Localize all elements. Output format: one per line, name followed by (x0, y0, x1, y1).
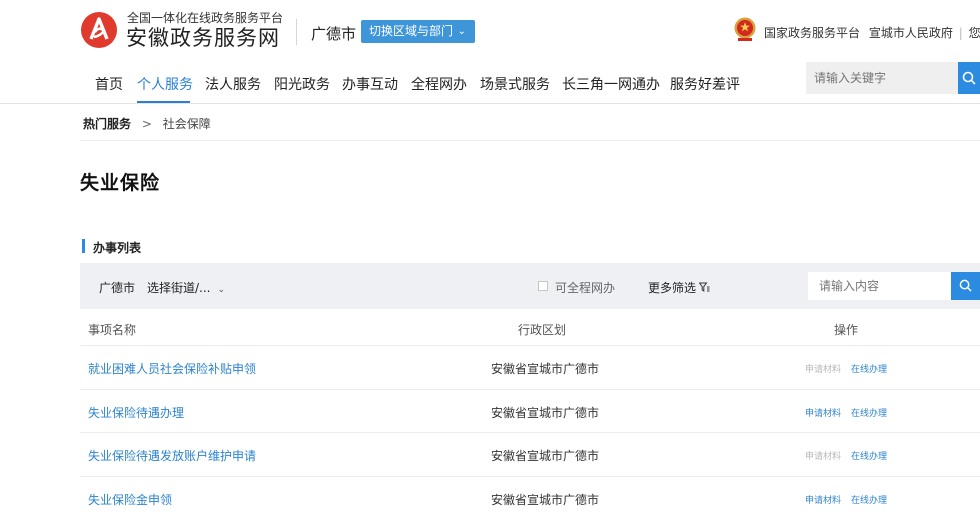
full-online-checkbox[interactable] (538, 281, 548, 291)
table-row: 失业保险金申领 安徽省宣城市广德市 申请材料 在线办理 (80, 476, 980, 519)
materials-link[interactable]: 申请材料 (805, 493, 841, 506)
item-search-button[interactable] (951, 272, 980, 300)
online-apply-link[interactable]: 在线办理 (851, 362, 887, 375)
full-online-checkbox-label[interactable]: 可全程网办 (555, 279, 615, 296)
site-name[interactable]: 安徽政务服务网 (126, 22, 280, 52)
more-filters-button[interactable]: 更多筛选 (648, 279, 710, 296)
switch-region-button[interactable]: 切换区域与部门 ⌄ (361, 20, 475, 43)
more-filters-label: 更多筛选 (648, 281, 697, 295)
column-header-actions: 操作 (834, 323, 859, 337)
materials-link[interactable]: 申请材料 (805, 362, 841, 375)
site-logo-icon[interactable] (80, 11, 118, 49)
street-select-value: 选择街道/... (147, 281, 211, 295)
service-item-link[interactable]: 失业保险金申领 (88, 491, 172, 508)
search-icon (962, 71, 976, 85)
current-city: 广德市 (311, 25, 357, 43)
site-header: 全国一体化在线政务服务平台 安徽政务服务网 广德市 切换区域与部门 ⌄ 国家政务… (0, 0, 980, 60)
xuancheng-gov-link[interactable]: 宣城市人民政府 (869, 26, 953, 40)
site-search-button[interactable] (958, 62, 980, 94)
online-apply-link[interactable]: 在线办理 (851, 406, 887, 419)
street-select[interactable]: 选择街道/... ⌄ (147, 279, 225, 296)
nav-personal-services[interactable]: 个人服务 (137, 74, 193, 94)
region-cell: 安徽省宣城市广德市 (491, 406, 600, 420)
nav-full-online[interactable]: 全程网办 (411, 74, 467, 94)
section-title: 办事列表 (93, 241, 142, 255)
region-cell: 安徽省宣城市广德市 (491, 493, 600, 507)
materials-link[interactable]: 申请材料 (805, 406, 841, 419)
section-accent-bar (82, 239, 85, 253)
breadcrumb-separator: > (141, 117, 152, 131)
nav-service-rating[interactable]: 服务好差评 (670, 74, 740, 94)
nav-corporate-services[interactable]: 法人服务 (205, 74, 261, 94)
page-title: 失业保险 (80, 172, 161, 194)
national-platform-link[interactable]: 国家政务服务平台 (764, 26, 860, 40)
column-header-name: 事项名称 (88, 323, 137, 337)
breadcrumb-hot-services[interactable]: 热门服务 (83, 117, 131, 131)
site-search-input[interactable] (806, 62, 958, 94)
nav-interaction[interactable]: 办事互动 (342, 74, 398, 94)
nav-home[interactable]: 首页 (95, 74, 123, 94)
service-item-link[interactable]: 就业困难人员社会保险补贴申领 (88, 360, 256, 377)
item-search-input[interactable] (808, 272, 951, 300)
filter-bar: 广德市 选择街道/... ⌄ 可全程网办 更多筛选 (80, 263, 980, 309)
user-greeting[interactable]: 您好， (969, 26, 980, 40)
header-divider (296, 19, 297, 45)
service-item-link[interactable]: 失业保险待遇发放账户维护申请 (88, 447, 256, 464)
table-row: 就业困难人员社会保险补贴申领 安徽省宣城市广德市 申请材料 在线办理 (80, 345, 980, 388)
nav-active-underline (137, 101, 190, 103)
top-links: 国家政务服务平台 宣城市人民政府 | 您好， (764, 24, 980, 41)
breadcrumb-divider (80, 140, 980, 141)
switch-region-label: 切换区域与部门 (369, 24, 454, 38)
online-apply-link[interactable]: 在线办理 (851, 493, 887, 506)
search-icon (959, 279, 972, 292)
table-row: 失业保险待遇办理 安徽省宣城市广德市 申请材料 在线办理 (80, 389, 980, 432)
column-header-region: 行政区划 (518, 323, 567, 337)
online-apply-link[interactable]: 在线办理 (851, 449, 887, 462)
filter-city-label: 广德市 (99, 281, 136, 295)
filter-icon (698, 282, 710, 292)
breadcrumb-current: 社会保障 (162, 117, 211, 131)
region-cell: 安徽省宣城市广德市 (491, 449, 600, 463)
service-item-link[interactable]: 失业保险待遇办理 (88, 404, 184, 421)
link-separator: | (958, 26, 963, 40)
nav-scenario-services[interactable]: 场景式服务 (480, 74, 550, 94)
table-row: 失业保险待遇发放账户维护申请 安徽省宣城市广德市 申请材料 在线办理 (80, 432, 980, 475)
breadcrumb: 热门服务 > 社会保障 (83, 115, 211, 132)
chevron-down-icon: ⌄ (457, 26, 466, 37)
materials-link[interactable]: 申请材料 (805, 449, 841, 462)
chevron-down-icon: ⌄ (217, 285, 226, 295)
nav-sunshine-affairs[interactable]: 阳光政务 (274, 74, 330, 94)
region-cell: 安徽省宣城市广德市 (491, 362, 600, 376)
nav-yangtze-delta[interactable]: 长三角一网通办 (562, 74, 660, 94)
national-emblem-icon (734, 17, 756, 41)
